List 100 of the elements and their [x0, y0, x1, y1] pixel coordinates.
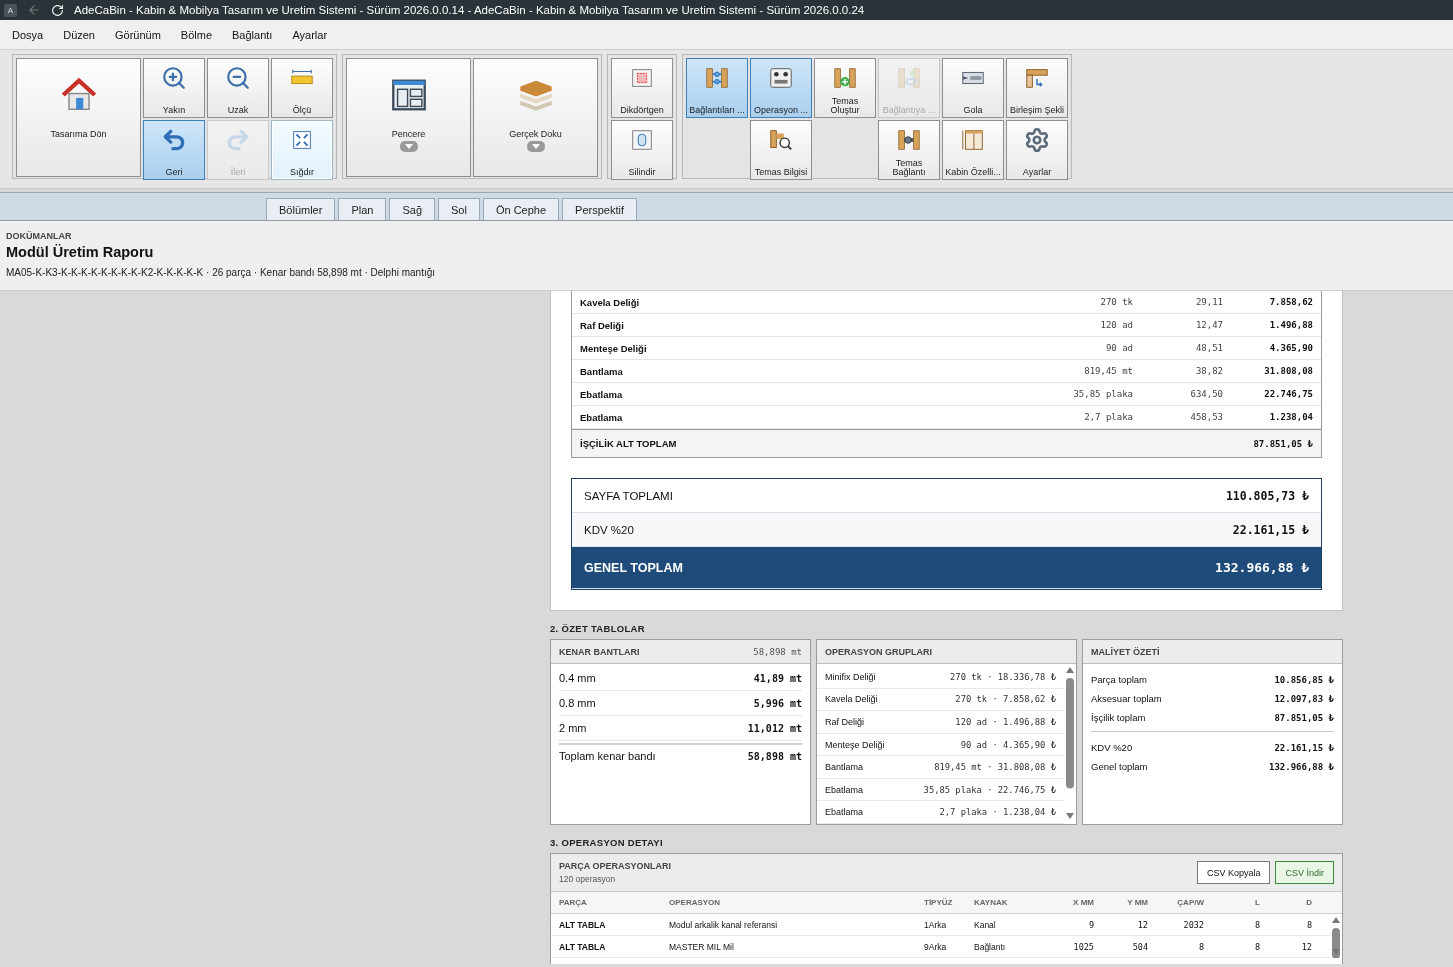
table-cell-text: 8	[1253, 919, 1261, 930]
section-label: DOKÜMANLAR	[6, 231, 73, 241]
table-cell-text: 35,85 plaka	[1072, 389, 1133, 399]
menu-item[interactable]: Bağlantı	[232, 28, 273, 41]
table-cell-text: 120 ad	[1099, 320, 1133, 330]
view-tab[interactable]: Bölümler	[266, 198, 336, 220]
total-label: KDV %20	[584, 523, 634, 536]
column-header[interactable]: OPERASYON	[669, 898, 924, 907]
toolbar-button[interactable]: Bağlantıları ...	[686, 58, 748, 118]
toolbar-button[interactable]: Silindir	[611, 120, 673, 180]
toolbar-button[interactable]: Birleşim Şekli	[1006, 58, 1068, 118]
operation-detail: 819,45 mt · 31.808,08 ₺	[934, 762, 1056, 773]
cost-label: İşçilik toplam	[1091, 712, 1146, 723]
operation-name: Bantlama	[825, 762, 864, 773]
column-header[interactable]: TİPYÜZ	[924, 898, 974, 907]
menu-item[interactable]: Görünüm	[115, 28, 161, 41]
menu-item[interactable]: Bölme	[180, 28, 213, 41]
view-tab[interactable]: Ön Cephe	[482, 198, 560, 220]
card-title: KENAR BANTLARI	[559, 646, 640, 657]
report-subtitle: MA05-K-K3-K-K-K-K-K-K-K-K-K2-K-K-K-K-K · 26 parça · Kenar bandı 58,898 mt · Delphi mantığı	[6, 267, 437, 278]
section-title: 2. ÖZET TABLOLAR	[550, 623, 646, 634]
cost-label: Parça toplam	[1091, 674, 1147, 685]
table-cell-text: 7.858,62	[1268, 297, 1313, 307]
table-cell-text: 270 tk	[1099, 297, 1133, 307]
toolbar-button[interactable]: Kabin Özelli...	[942, 120, 1004, 180]
csv-button[interactable]: CSV İndir	[1275, 861, 1334, 884]
toolbar-button[interactable]: Yakın	[143, 58, 205, 118]
cost-value: 22.161,15 ₺	[1274, 742, 1334, 753]
column-header[interactable]: Y MM	[1100, 898, 1154, 907]
table-cell-text: Bağlantı	[974, 941, 1007, 952]
toolbar-button[interactable]: Temas Bilgisi	[750, 120, 812, 180]
cost-value: 12.097,83 ₺	[1274, 693, 1334, 704]
toolbar-button[interactable]: Pencere	[346, 58, 471, 177]
csv-button[interactable]: CSV Kopyala	[1196, 861, 1271, 884]
table-cell-text: 8	[1197, 941, 1205, 952]
table-cell-text: Ebatlama	[580, 411, 624, 423]
table-cell-text: ALT TABLA	[559, 941, 607, 952]
operation-detail: 90 ad · 4.365,90 ₺	[960, 739, 1056, 750]
toolbar-button[interactable]: Temas Bağlantı	[878, 120, 940, 180]
toolbar-button[interactable]: Geri	[143, 120, 205, 180]
toolbar-button[interactable]: Gerçek Doku	[473, 58, 598, 177]
report-title: Modül Üretim Raporu	[6, 244, 155, 260]
band-label: 2 mm	[559, 722, 587, 734]
view-tab[interactable]: Plan	[338, 198, 387, 220]
table-cell-text: 8	[1305, 919, 1313, 930]
table-cell-text: Menteşe Deliği	[580, 342, 648, 354]
cost-value: 10.856,85 ₺	[1274, 674, 1334, 685]
table-cell-text: Bantlama	[580, 365, 624, 377]
operation-name: Ebatlama	[825, 784, 864, 795]
menu-item[interactable]: Düzen	[63, 28, 95, 41]
menu-item[interactable]: Dosya	[12, 28, 44, 41]
operation-detail: 120 ad · 1.496,88 ₺	[955, 716, 1056, 727]
toolbar-button[interactable]: Tasarıma Dön	[16, 58, 141, 177]
table-cell-text: 2,7 plaka	[1083, 412, 1133, 422]
view-tab[interactable]: Perspektif	[562, 198, 637, 220]
toolbar-button[interactable]: Ayarlar	[1006, 120, 1068, 180]
cost-value: 87.851,05 ₺	[1274, 712, 1334, 723]
view-tab[interactable]: Sağ	[389, 198, 435, 220]
column-header[interactable]: PARÇA	[559, 898, 669, 907]
toolbar-button[interactable]: Ölçü	[271, 58, 333, 118]
toolbar-button[interactable]: Gola	[942, 58, 1004, 118]
table-cell-text: 1025	[1072, 941, 1095, 952]
table-cell-text: Kavela Deliği	[580, 296, 641, 308]
table-cell-text: 1.238,04	[1268, 412, 1313, 422]
operation-name: Kavela Deliği	[825, 694, 878, 705]
column-header[interactable]: KAYNAK	[974, 898, 1048, 907]
table-cell-text: 634,50	[1189, 389, 1223, 399]
band-value: 41,89 mt	[753, 672, 802, 684]
column-header[interactable]: L	[1210, 898, 1266, 907]
column-header[interactable]: X MM	[1048, 898, 1100, 907]
table-cell-text: 12	[1300, 941, 1313, 952]
operation-detail: 270 tk · 7.858,62 ₺	[955, 694, 1056, 705]
toolbar-button[interactable]: Temas Oluştur	[814, 58, 876, 118]
operation-name: Raf Deliği	[825, 716, 864, 727]
column-header[interactable]: ÇAP/W	[1154, 898, 1210, 907]
operation-name: Ebatlama	[825, 807, 864, 818]
table-cell-text: Ebatlama	[580, 388, 624, 400]
table-cell-text: 4.365,90	[1268, 343, 1313, 353]
table-cell-text: 9Arka	[924, 941, 948, 952]
toolbar-button[interactable]: Uzak	[207, 58, 269, 118]
band-value: 11,012 mt	[747, 722, 802, 734]
total-value: 132.966,88 ₺	[1215, 560, 1309, 575]
table-cell-text: 1Arka	[924, 919, 948, 930]
view-tab[interactable]: Sol	[438, 198, 480, 220]
table-cell-text: 504	[1131, 941, 1149, 952]
table-cell-text: 8	[1253, 941, 1261, 952]
card-total: 58,898 mt	[753, 646, 802, 657]
menu-item[interactable]: Ayarlar	[292, 28, 328, 41]
toolbar-button[interactable]: Operasyon ...	[750, 58, 812, 118]
table-cell-text: 90 ad	[1104, 343, 1133, 353]
toolbar-button[interactable]: Sığdır	[271, 120, 333, 180]
table-cell-text: 458,53	[1189, 412, 1223, 422]
table-cell-text: 22.746,75	[1263, 389, 1313, 399]
column-header[interactable]: D	[1266, 898, 1318, 907]
table-cell-text: 2032	[1182, 919, 1205, 930]
section-title: 3. OPERASYON DETAYI	[550, 837, 664, 848]
toolbar-button[interactable]: Dikdörtgen	[611, 58, 673, 118]
band-label: 0.4 mm	[559, 672, 596, 684]
total-label: SAYFA TOPLAMI	[584, 489, 673, 502]
table-cell-text: ALT TABLA	[559, 919, 607, 930]
